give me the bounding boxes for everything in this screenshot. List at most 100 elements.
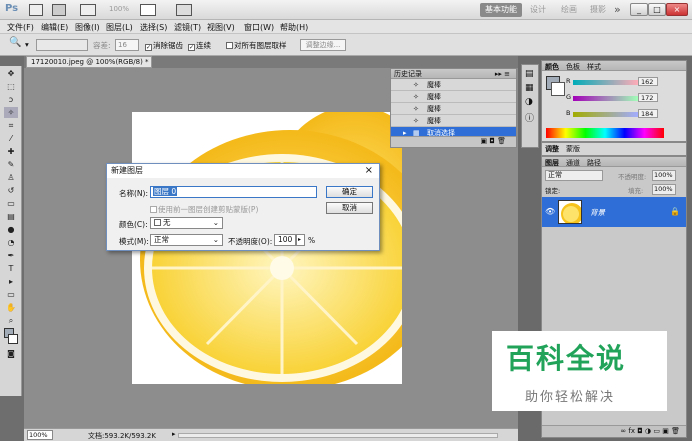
stamp-tool-icon[interactable]: ♙ [4, 172, 18, 183]
color-dropdown[interactable]: 无 ⌄ [150, 217, 223, 229]
menu-image[interactable]: 图像(I) [75, 22, 100, 33]
color-spectrum-bar[interactable] [546, 128, 664, 138]
eyedropper-tool-icon[interactable]: ⁄ [4, 133, 18, 144]
menu-select[interactable]: 选择(S) [140, 22, 167, 33]
dodge-tool-icon[interactable]: ◔ [4, 237, 18, 248]
all-layers-checkbox[interactable]: 对所有图层取样 [226, 40, 287, 51]
history-item[interactable]: ✧ 魔棒 [391, 115, 516, 127]
blur-tool-icon[interactable]: ● [4, 224, 18, 235]
red-slider[interactable] [573, 80, 638, 85]
tab-adjustments[interactable]: 调整 [545, 144, 559, 154]
horizontal-scrollbar[interactable] [178, 433, 498, 438]
cancel-button[interactable]: 取消 [326, 202, 373, 214]
antialias-checkbox[interactable]: ✓ 消除锯齿 [145, 40, 183, 51]
green-value[interactable]: 172 [638, 93, 658, 102]
background-color-swatch[interactable] [551, 82, 565, 96]
tolerance-input[interactable]: 16 [115, 39, 139, 51]
mode-dropdown[interactable]: 正常 ⌄ [150, 234, 223, 246]
status-docsize[interactable]: 文档:593.2K/593.2K [88, 431, 156, 441]
menu-file[interactable]: 文件(F) [7, 22, 34, 33]
menu-layer[interactable]: 图层(L) [106, 22, 133, 33]
history-item[interactable]: ✧ 魔棒 [391, 79, 516, 91]
swatches-panel-icon[interactable]: ▦ [525, 83, 535, 93]
shape-tool-icon[interactable]: ▭ [4, 289, 18, 300]
adjustments-panel-icon[interactable]: ◑ [525, 97, 535, 107]
tab-layers[interactable]: 图层 [545, 158, 559, 168]
history-item[interactable]: ✧ 魔棒 [391, 103, 516, 115]
delete-layer-icon[interactable]: 🗑 [671, 427, 680, 435]
layer-style-icon[interactable]: fx [628, 427, 635, 435]
tab-channels[interactable]: 通道 [566, 158, 580, 168]
selection-mode-icons[interactable] [36, 39, 88, 51]
delete-state-icon[interactable]: 🗑 [497, 137, 506, 145]
dialog-title-bar[interactable]: 新建图层 × [107, 164, 379, 178]
hand-tool-icon[interactable]: ✋ [4, 302, 18, 313]
healing-brush-tool-icon[interactable]: ✚ [4, 146, 18, 157]
close-button[interactable]: × [666, 3, 688, 16]
tool-preset-dropdown-icon[interactable]: ▾ [25, 40, 29, 49]
zoom-tool-icon[interactable]: ⌕ [4, 315, 18, 326]
layer-name[interactable]: 背景 [590, 207, 605, 218]
workspace-painting[interactable]: 绘画 [561, 3, 577, 17]
history-panel-icon[interactable]: ▤ [525, 69, 535, 79]
menu-view[interactable]: 视图(V) [207, 22, 235, 33]
add-mask-icon[interactable]: ◘ [637, 427, 643, 435]
opacity-slider-arrow-icon[interactable]: ▸ [296, 234, 305, 246]
marquee-tool-icon[interactable]: ⬚ [4, 81, 18, 92]
gradient-tool-icon[interactable]: ▤ [4, 211, 18, 222]
tab-swatches[interactable]: 色板 [566, 62, 580, 72]
workspace-photography[interactable]: 摄影 [590, 3, 606, 17]
history-brush-tool-icon[interactable]: ↺ [4, 185, 18, 196]
workspace-design[interactable]: 设计 [530, 3, 546, 17]
contiguous-checkbox[interactable]: ✓ 连续 [188, 40, 211, 51]
blend-mode-dropdown[interactable]: 正常 [545, 170, 603, 181]
menu-filter[interactable]: 滤镜(T) [174, 22, 201, 33]
zoom-level-dropdown[interactable]: 100% [109, 5, 129, 13]
history-panel-header[interactable]: 历史记录 ▸▸ ≡ [391, 69, 516, 79]
layer-opacity-input[interactable]: 100% [652, 170, 676, 181]
new-adjustment-icon[interactable]: ◑ [645, 427, 651, 435]
workspace-essentials[interactable]: 基本功能 [480, 3, 522, 17]
status-zoom-input[interactable]: 100% [27, 430, 53, 440]
quick-mask-icon[interactable]: ◙ [4, 348, 18, 359]
bridge-icon[interactable] [29, 4, 43, 16]
tab-color[interactable]: 颜色 [545, 62, 559, 72]
history-item[interactable]: ✧ 魔棒 [391, 91, 516, 103]
mini-bridge-icon[interactable] [52, 4, 66, 16]
magic-wand-tool-icon[interactable]: ✧ [4, 107, 18, 118]
path-selection-tool-icon[interactable]: ▸ [4, 276, 18, 287]
fill-input[interactable]: 100% [652, 184, 676, 195]
opacity-input[interactable]: 100 [274, 234, 296, 246]
color-swatches-icon[interactable] [4, 328, 18, 346]
new-group-icon[interactable]: ▭ [653, 427, 660, 435]
blue-slider[interactable] [573, 112, 638, 117]
blue-value[interactable]: 184 [638, 109, 658, 118]
type-tool-icon[interactable]: T [4, 263, 18, 274]
dialog-close-icon[interactable]: × [365, 164, 373, 178]
refine-edge-button[interactable]: 调整边缘... [300, 39, 346, 51]
crop-tool-icon[interactable]: ⌗ [4, 120, 18, 131]
new-document-from-state-icon[interactable]: ▣ [480, 137, 487, 145]
layer-name-input[interactable]: 图层 0 [150, 186, 317, 198]
brush-tool-icon[interactable]: ✎ [4, 159, 18, 170]
view-extras-icon[interactable] [80, 4, 96, 16]
visibility-eye-icon[interactable]: 👁 [545, 207, 555, 216]
clip-mask-checkbox[interactable]: 使用前一图层创建剪贴蒙版(P) [150, 204, 258, 215]
eraser-tool-icon[interactable]: ▭ [4, 198, 18, 209]
minimize-button[interactable]: _ [630, 3, 648, 16]
menu-edit[interactable]: 编辑(E) [41, 22, 68, 33]
new-snapshot-icon[interactable]: ◘ [489, 137, 495, 145]
green-slider[interactable] [573, 96, 638, 101]
lasso-tool-icon[interactable]: ↄ [4, 94, 18, 105]
status-menu-arrow-icon[interactable]: ▸ [172, 430, 176, 438]
ok-button[interactable]: 确定 [326, 186, 373, 198]
tab-styles[interactable]: 样式 [587, 62, 601, 72]
screen-mode-icon[interactable] [176, 4, 192, 16]
document-tab[interactable]: 17120010.jpeg @ 100%(RGB/8) * × [26, 56, 152, 76]
layer-item-background[interactable]: 👁 背景 🔒 [542, 197, 686, 227]
link-layers-icon[interactable]: ∞ [620, 427, 626, 435]
restore-button[interactable]: □ [648, 3, 666, 16]
tool-preset-icon[interactable]: 🔍 [9, 37, 21, 48]
pen-tool-icon[interactable]: ✒ [4, 250, 18, 261]
arrange-documents-icon[interactable] [140, 4, 156, 16]
